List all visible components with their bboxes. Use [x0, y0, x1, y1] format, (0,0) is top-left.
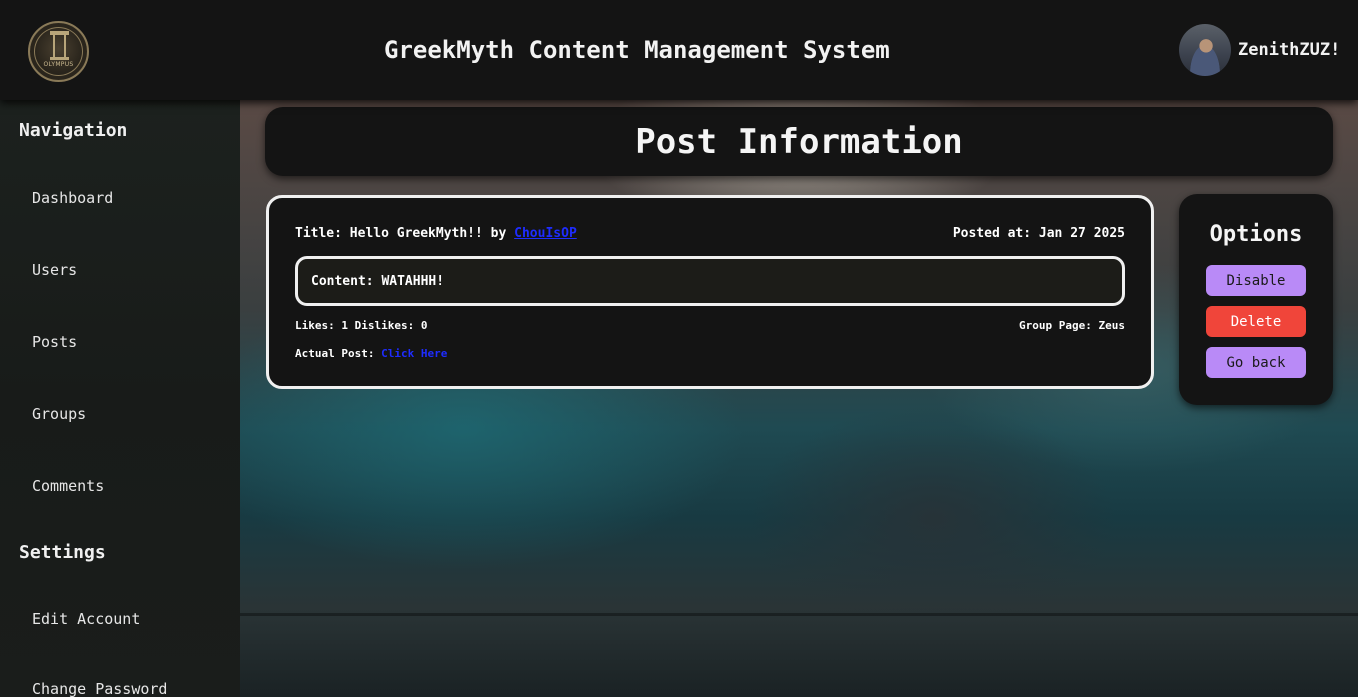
sidebar-item-users[interactable]: Users: [32, 261, 77, 279]
page-title: Post Information: [635, 121, 963, 162]
olympus-logo[interactable]: OLYMPUS: [28, 21, 89, 82]
post-content: Content: WATAHHH!: [295, 256, 1125, 306]
sidebar-item-posts[interactable]: Posts: [32, 333, 77, 351]
background-seam: [240, 613, 1358, 616]
post-content-text: Content: WATAHHH!: [311, 273, 445, 289]
post-title: Title: Hello GreekMyth!! by ChouIsOP: [295, 226, 577, 241]
actual-post-link[interactable]: Click Here: [381, 347, 447, 360]
settings-heading: Settings: [19, 542, 106, 563]
user-avatar[interactable]: [1179, 24, 1231, 76]
page-header: Post Information: [265, 107, 1333, 176]
sidebar-item-comments[interactable]: Comments: [32, 477, 104, 495]
go-back-button[interactable]: Go back: [1206, 347, 1306, 378]
actual-post-label: Actual Post:: [295, 347, 375, 360]
sidebar: Navigation Dashboard Users Posts Groups …: [0, 100, 240, 697]
options-heading: Options: [1209, 222, 1303, 247]
app-title: GreekMyth Content Management System: [384, 36, 890, 64]
author-link[interactable]: ChouIsOP: [514, 226, 577, 241]
post-card: Title: Hello GreekMyth!! by ChouIsOP Pos…: [266, 195, 1154, 389]
post-date: Posted at: Jan 27 2025: [952, 226, 1125, 241]
top-header: OLYMPUS GreekMyth Content Management Sys…: [0, 0, 1358, 100]
sidebar-item-groups[interactable]: Groups: [32, 405, 86, 423]
pillar-icon: [50, 31, 69, 60]
username[interactable]: ZenithZUZ!: [1238, 40, 1340, 60]
disable-button[interactable]: Disable: [1206, 265, 1306, 296]
navigation-heading: Navigation: [19, 120, 128, 141]
group-page: Group Page: Zeus: [1019, 319, 1125, 332]
sidebar-item-dashboard[interactable]: Dashboard: [32, 189, 113, 207]
delete-button[interactable]: Delete: [1206, 306, 1306, 337]
post-stats: Likes: 1 Dislikes: 0: [295, 319, 428, 332]
actual-post: Actual Post: Click Here: [295, 347, 447, 360]
post-title-text: Title: Hello GreekMyth!! by: [295, 226, 507, 241]
options-panel: Options Disable Delete Go back: [1179, 194, 1333, 405]
sidebar-item-change-password[interactable]: Change Password: [32, 680, 167, 697]
sidebar-item-edit-account[interactable]: Edit Account: [32, 610, 140, 628]
logo-text: OLYMPUS: [43, 61, 74, 68]
